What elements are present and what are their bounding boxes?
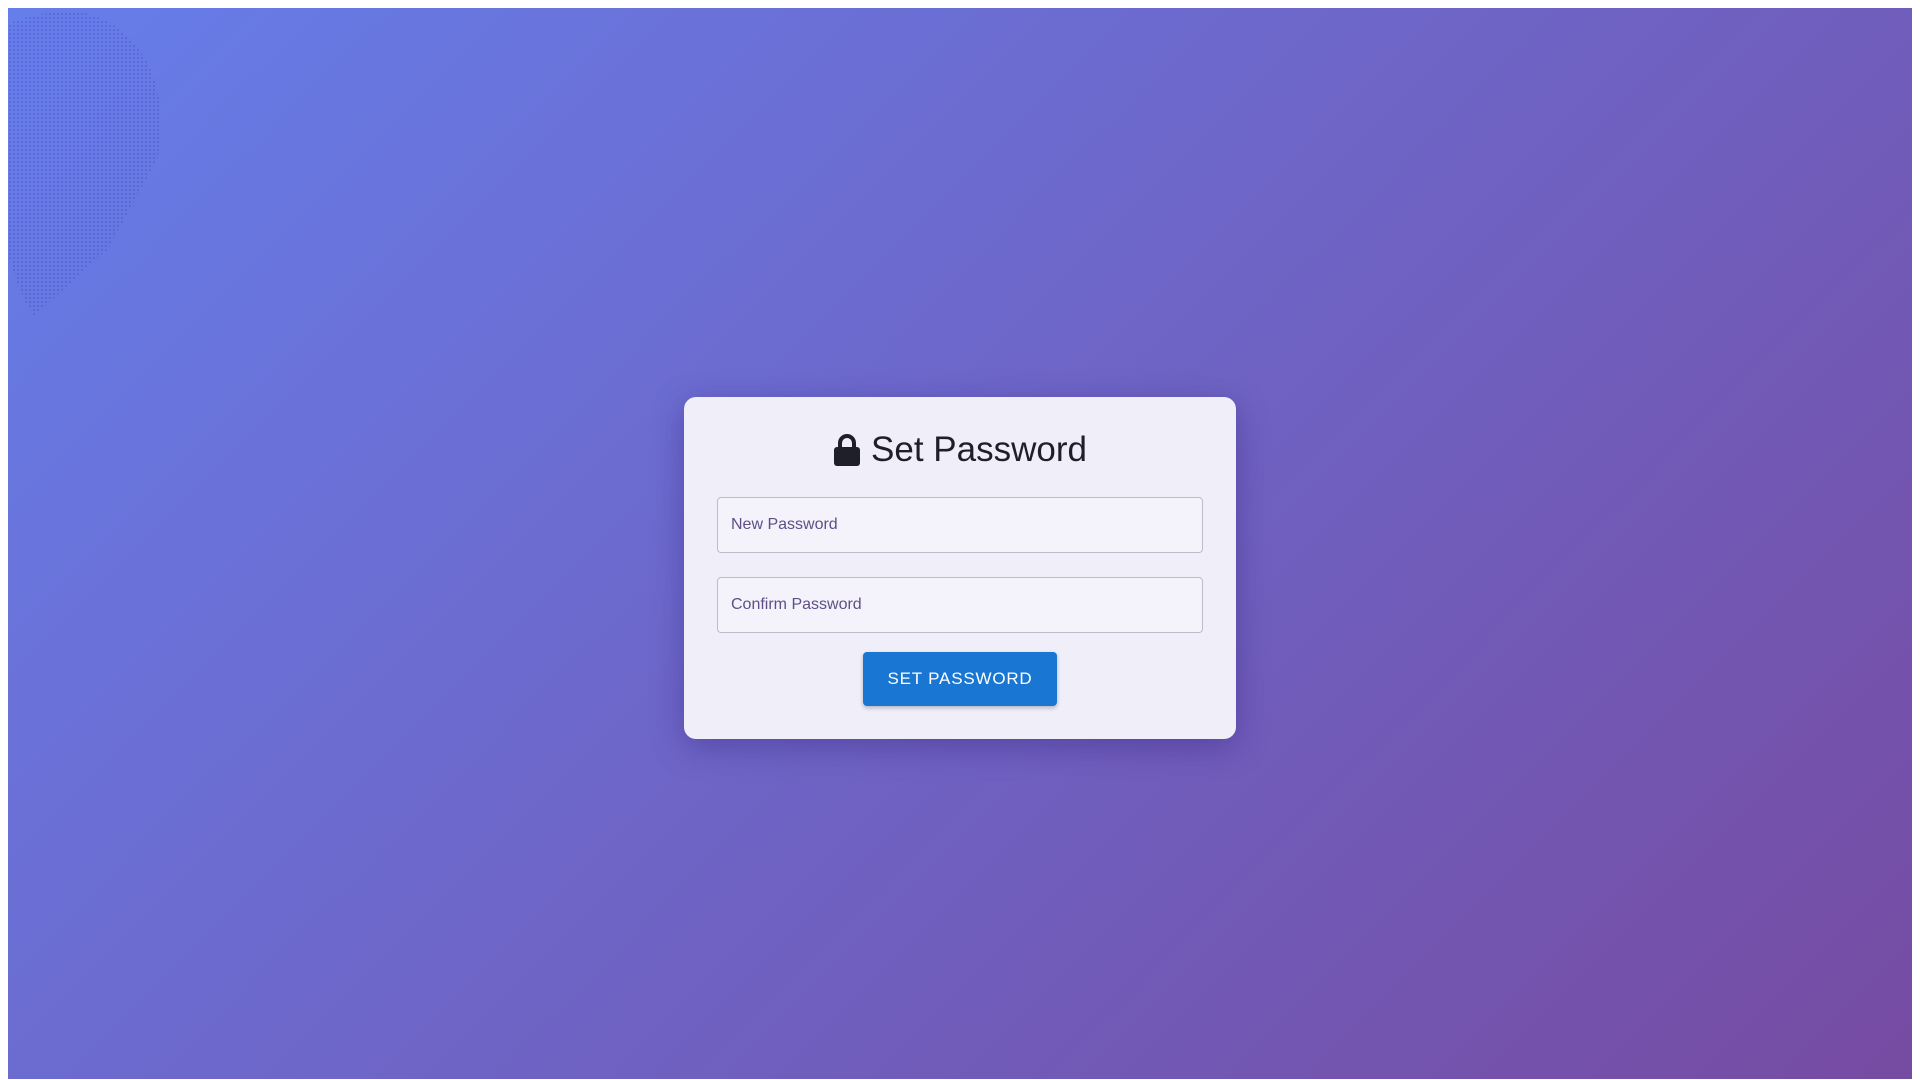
page-title: Set Password (871, 430, 1087, 469)
page-background: Set Password SET PASSWORD (8, 8, 1912, 1079)
card-header: Set Password (684, 430, 1236, 470)
set-password-card: Set Password SET PASSWORD (684, 397, 1236, 739)
new-password-input[interactable] (717, 497, 1203, 553)
set-password-button[interactable]: SET PASSWORD (863, 652, 1057, 706)
decorative-dot-pattern (8, 12, 160, 327)
confirm-password-input[interactable] (717, 577, 1203, 633)
lock-icon (833, 434, 861, 466)
